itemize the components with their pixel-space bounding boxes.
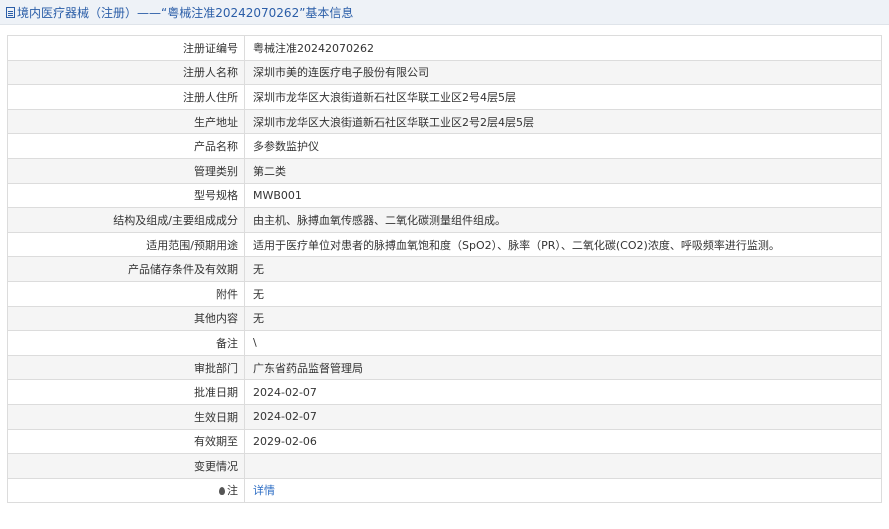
table-row: 结构及组成/主要组成成分 由主机、脉搏血氧传感器、二氧化碳测量组件组成。 [7,207,882,233]
table-row: 生产地址 深圳市龙华区大浪街道新石社区华联工业区2号2层4层5层 [7,108,882,135]
row-value: MWB001 [244,182,882,209]
page-title-bar: 境内医疗器械（注册）——“粤械注准20242070262”基本信息 [0,0,889,25]
note-label-cell: 注 [7,477,245,504]
row-value: 无 [244,305,882,332]
row-value: \ [244,330,882,356]
table-row: 管理类别 第二类 [7,157,882,184]
row-value: 广东省药品监督管理局 [244,354,882,381]
row-label: 注册人名称 [7,59,245,86]
table-row: 变更情况 [7,453,882,479]
table-row: 其他内容 无 [7,305,882,332]
table-row: 注册证编号 粤械注准20242070262 [7,35,882,61]
row-label: 注册证编号 [7,35,245,61]
table-row: 有效期至 2029-02-06 [7,428,882,455]
row-label: 审批部门 [7,354,245,381]
table-row: 适用范围/预期用途 适用于医疗单位对患者的脉搏血氧饱和度（SpO2）、脉率（PR… [7,231,882,258]
info-table: 注册证编号 粤械注准20242070262 注册人名称 深圳市美的连医疗电子股份… [7,35,882,504]
table-row: 注册人名称 深圳市美的连医疗电子股份有限公司 [7,59,882,86]
row-label: 适用范围/预期用途 [7,231,245,258]
row-value: 2029-02-06 [244,428,882,455]
document-icon [6,6,15,18]
row-label: 管理类别 [7,157,245,184]
row-value: 无 [244,256,882,282]
table-row: 附件 无 [7,280,882,307]
row-value: 多参数监护仪 [244,133,882,159]
table-row: 批准日期 2024-02-07 [7,379,882,405]
note-label: 注 [227,484,238,498]
row-value: 适用于医疗单位对患者的脉搏血氧饱和度（SpO2）、脉率（PR）、二氧化碳(CO2… [244,231,882,258]
table-row: 备注 \ [7,330,882,356]
row-label: 变更情况 [7,453,245,479]
row-label: 批准日期 [7,379,245,405]
table-row-note: 注 详情 [7,477,882,504]
row-label: 附件 [7,280,245,307]
row-label: 备注 [7,330,245,356]
row-value: 2024-02-07 [244,403,882,430]
row-label: 生产地址 [7,108,245,135]
table-row: 产品储存条件及有效期 无 [7,256,882,282]
row-value: 第二类 [244,157,882,184]
row-label: 有效期至 [7,428,245,455]
note-value-cell: 详情 [244,477,882,504]
table-row: 注册人住所 深圳市龙华区大浪街道新石社区华联工业区2号4层5层 [7,84,882,110]
row-label: 产品储存条件及有效期 [7,256,245,282]
row-label: 注册人住所 [7,84,245,110]
row-label: 生效日期 [7,403,245,430]
table-row: 审批部门 广东省药品监督管理局 [7,354,882,381]
row-label: 其他内容 [7,305,245,332]
row-value [244,453,882,479]
lightbulb-icon [219,487,225,496]
row-value: 粤械注准20242070262 [244,35,882,61]
page-title: 境内医疗器械（注册）——“粤械注准20242070262”基本信息 [17,5,354,20]
row-value: 深圳市龙华区大浪街道新石社区华联工业区2号4层5层 [244,84,882,110]
row-label: 型号规格 [7,182,245,209]
row-label: 产品名称 [7,133,245,159]
row-value: 无 [244,280,882,307]
row-label: 结构及组成/主要组成成分 [7,207,245,233]
table-row: 生效日期 2024-02-07 [7,403,882,430]
table-row: 产品名称 多参数监护仪 [7,133,882,159]
details-link[interactable]: 详情 [253,484,275,497]
row-value: 深圳市美的连医疗电子股份有限公司 [244,59,882,86]
row-value: 深圳市龙华区大浪街道新石社区华联工业区2号2层4层5层 [244,108,882,135]
row-value: 2024-02-07 [244,379,882,405]
table-row: 型号规格 MWB001 [7,182,882,209]
row-value: 由主机、脉搏血氧传感器、二氧化碳测量组件组成。 [244,207,882,233]
